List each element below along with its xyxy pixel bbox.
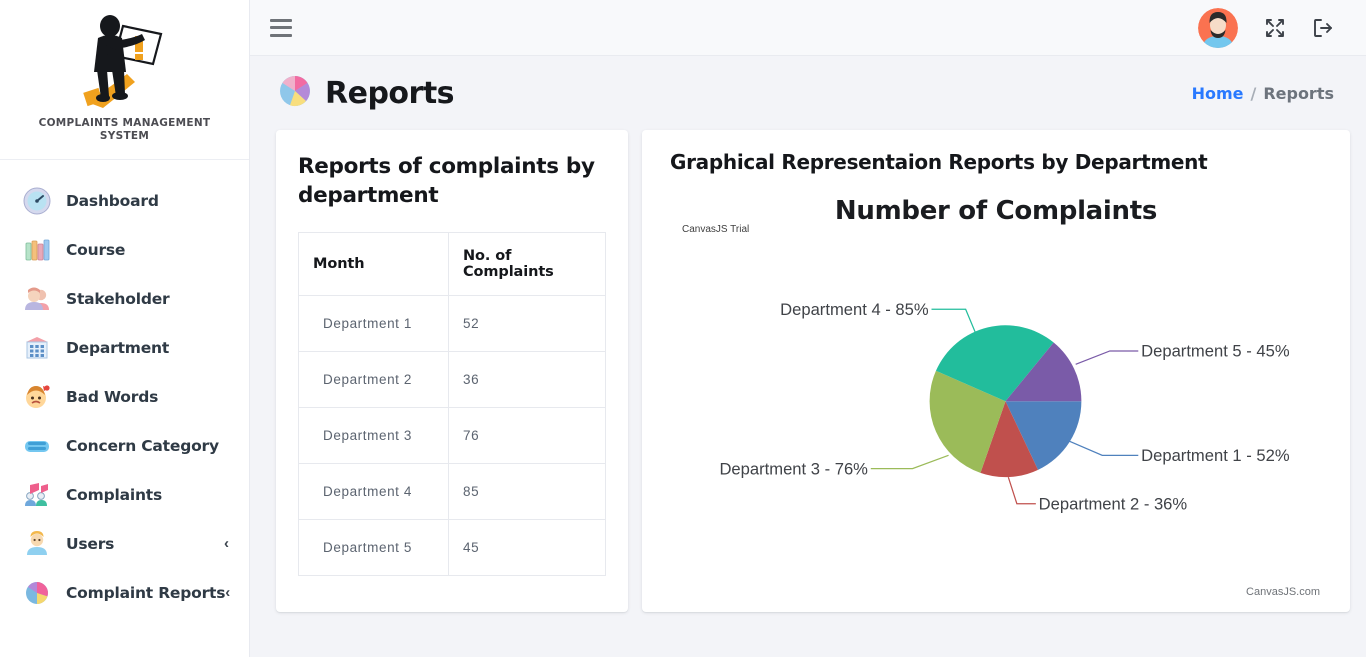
cell-count: 76 (448, 407, 606, 464)
sidebar-item-label: Course (66, 240, 126, 259)
pie-chart-icon (276, 72, 314, 115)
sidebar-item-concern-category[interactable]: Concern Category (0, 421, 249, 470)
user-icon (22, 529, 52, 559)
cell-count: 85 (448, 463, 606, 520)
column-header-month: Month (298, 232, 449, 296)
main-area: Reports Home / Reports Reports of compla… (250, 0, 1366, 657)
cell-count: 36 (448, 351, 606, 408)
people-icon (22, 284, 52, 314)
logout-icon[interactable] (1312, 17, 1334, 39)
sidebar-item-label: Concern Category (66, 436, 219, 455)
topbar (250, 0, 1366, 56)
table-row[interactable]: Department 1 52 (298, 295, 606, 352)
table-row[interactable]: Department 3 76 (298, 407, 606, 464)
table-head: Month No. of Complaints (298, 232, 606, 296)
cell-count: 45 (448, 519, 606, 576)
complaint-person-logo-icon (82, 15, 162, 108)
reports-table-card: Reports of complaints by department Mont… (276, 130, 628, 612)
breadcrumb-home-link[interactable]: Home (1192, 84, 1244, 103)
sidebar-item-department[interactable]: Department (0, 323, 249, 372)
content-area: Reports of complaints by department Mont… (250, 130, 1366, 657)
cell-month: Department 2 (298, 351, 449, 408)
building-grid-icon (22, 333, 52, 363)
pie-slices (929, 325, 1082, 478)
pie-label-department-4: Department 4 - 85% (780, 300, 929, 319)
cell-count: 52 (448, 295, 606, 352)
sidebar-nav: Dashboard Course Stakeholder Department … (0, 160, 249, 617)
table-row[interactable]: Department 4 85 (298, 463, 606, 520)
sidebar-item-label: Dashboard (66, 191, 159, 210)
sidebar-item-label: Bad Words (66, 387, 159, 406)
page-title-group: Reports (276, 72, 455, 115)
sidebar-item-label: Stakeholder (66, 289, 170, 308)
sidebar: COMPLAINTS MANAGEMENT SYSTEM Dashboard C… (0, 0, 250, 657)
cell-month: Department 5 (298, 519, 449, 576)
table-row[interactable]: Department 5 45 (298, 519, 606, 576)
pie-label-department-3: Department 3 - 76% (719, 459, 868, 478)
sidebar-item-users[interactable]: Users ‹ (0, 519, 249, 568)
sidebar-item-label: Complaints (66, 485, 163, 504)
sidebar-item-complaint-reports[interactable]: Complaint Reports ‹ (0, 568, 249, 617)
brand-block[interactable]: COMPLAINTS MANAGEMENT SYSTEM (0, 0, 249, 160)
page-title: Reports (325, 75, 455, 111)
angry-face-icon (22, 382, 52, 412)
page-header: Reports Home / Reports (250, 56, 1366, 130)
column-header-count: No. of Complaints (448, 232, 606, 296)
sidebar-item-bad-words[interactable]: Bad Words (0, 372, 249, 421)
books-icon (22, 235, 52, 265)
sidebar-item-label: Users (66, 534, 115, 553)
breadcrumb-current: Reports (1263, 83, 1334, 103)
chevron-left-icon[interactable]: ‹ (224, 536, 229, 551)
cell-month: Department 4 (298, 463, 449, 520)
table-body: Department 1 52 Department 2 36 Departme… (298, 295, 606, 576)
sidebar-item-stakeholder[interactable]: Stakeholder (0, 274, 249, 323)
chart-card: Graphical Representaion Reports by Depar… (642, 130, 1350, 612)
hamburger-icon[interactable] (270, 18, 292, 37)
chart-card-title: Graphical Representaion Reports by Depar… (670, 150, 1208, 174)
pie-label-department-5: Department 5 - 45% (1141, 342, 1290, 361)
card-title: Reports of complaints by department (298, 154, 595, 208)
sidebar-item-label: Department (66, 338, 170, 357)
sidebar-item-complaints[interactable]: Complaints (0, 470, 249, 519)
stacked-layers-icon (22, 431, 52, 461)
pie-chart[interactable]: CanvasJS Trial Number of Complaints Depa… (664, 196, 1328, 616)
topbar-actions (1198, 7, 1334, 48)
brand-name: COMPLAINTS MANAGEMENT SYSTEM (38, 117, 211, 142)
dashboard-gauge-icon (22, 186, 52, 216)
pie-chart-icon (22, 578, 52, 608)
avatar[interactable] (1198, 7, 1238, 48)
cell-month: Department 3 (298, 407, 449, 464)
breadcrumb: Home / Reports (1192, 84, 1334, 103)
canvasjs-attribution: CanvasJS.com (1246, 586, 1320, 598)
pie-label-department-1: Department 1 - 52% (1141, 446, 1290, 465)
sidebar-item-dashboard[interactable]: Dashboard (0, 176, 249, 225)
table-row[interactable]: Department 2 36 (298, 351, 606, 408)
breadcrumb-separator: / (1250, 83, 1257, 103)
expand-arrows-icon[interactable] (1264, 17, 1286, 39)
sidebar-item-label: Complaint Reports (66, 583, 226, 602)
table-header-row: Month No. of Complaints (298, 232, 606, 296)
pie-label-department-2: Department 2 - 36% (1039, 494, 1188, 513)
app-root: COMPLAINTS MANAGEMENT SYSTEM Dashboard C… (0, 0, 1366, 657)
megaphone-people-icon (22, 480, 52, 510)
sidebar-item-course[interactable]: Course (0, 225, 249, 274)
chevron-left-icon[interactable]: ‹ (225, 585, 230, 600)
reports-table: Month No. of Complaints Department 1 52 … (298, 232, 606, 576)
cell-month: Department 1 (298, 295, 449, 352)
pie-chart-svg: Department 1 - 52% Department 2 - 36% De… (719, 300, 1290, 513)
